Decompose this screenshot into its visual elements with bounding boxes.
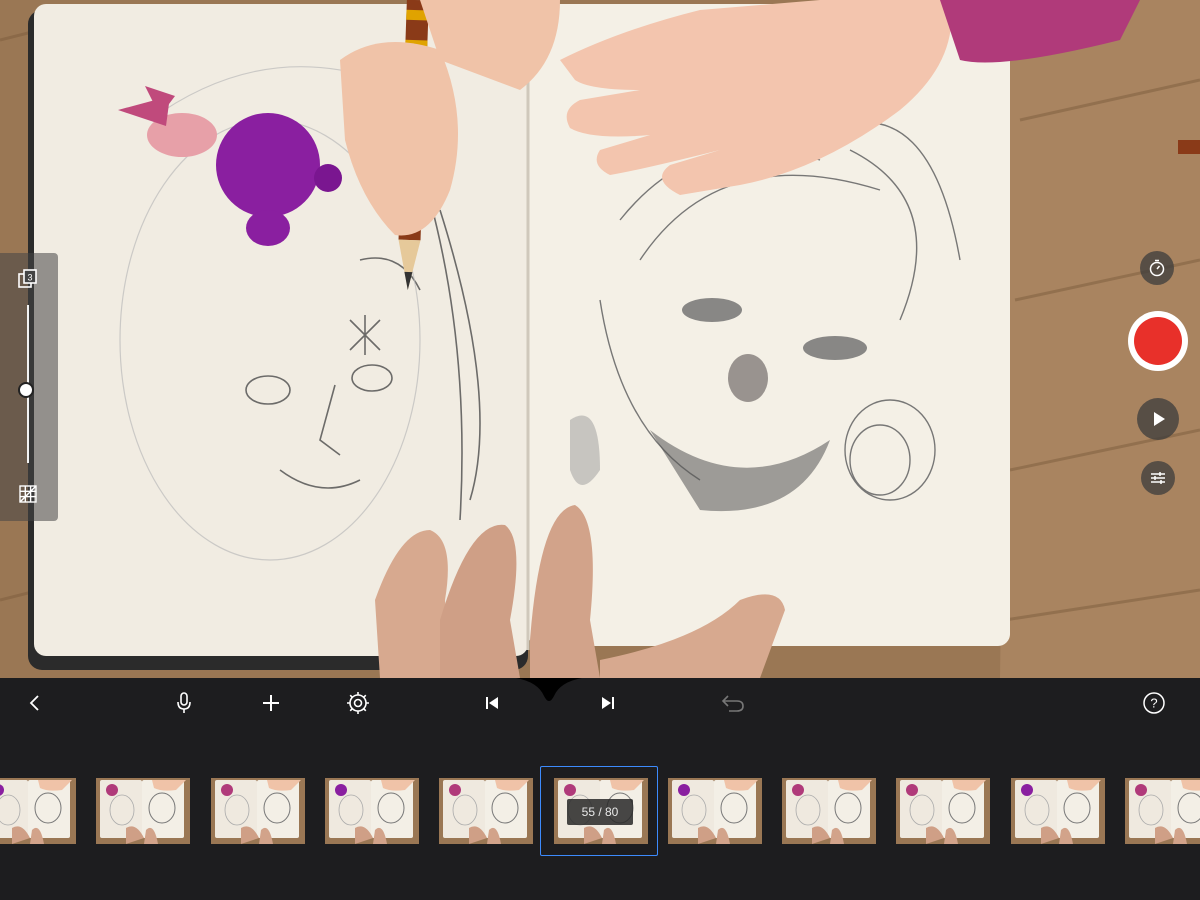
filmstrip-frame[interactable] [896, 778, 990, 844]
play-icon[interactable] [1137, 398, 1179, 440]
onion-skin-count: 3 [27, 273, 32, 283]
filmstrip-frame[interactable] [439, 778, 533, 844]
bottom-toolbar: ? [0, 678, 1200, 728]
filmstrip-frame[interactable] [325, 778, 419, 844]
grid-overlay-icon[interactable] [14, 480, 42, 508]
opacity-slider-knob[interactable] [18, 382, 34, 398]
filmstrip-frame[interactable] [1125, 778, 1200, 844]
filmstrip-frame[interactable] [782, 778, 876, 844]
microphone-icon[interactable] [170, 689, 198, 717]
skip-previous-icon[interactable] [478, 689, 506, 717]
add-icon[interactable] [257, 689, 285, 717]
skip-next-icon[interactable] [594, 689, 622, 717]
filmstrip-frame[interactable] [668, 778, 762, 844]
filmstrip-frame[interactable] [0, 778, 76, 844]
onion-skin-layers-icon[interactable]: 3 [14, 265, 42, 293]
settings-gear-icon[interactable] [344, 689, 372, 717]
filmstrip-frame[interactable] [96, 778, 190, 844]
undo-icon[interactable] [719, 689, 747, 717]
frame-counter: 55 / 80 [567, 799, 633, 825]
timer-icon[interactable] [1140, 251, 1174, 285]
settings-sliders-icon[interactable] [1141, 461, 1175, 495]
camera-viewfinder[interactable] [0, 0, 1200, 678]
help-icon[interactable]: ? [1140, 689, 1168, 717]
svg-text:?: ? [1150, 696, 1157, 711]
filmstrip-frame[interactable] [211, 778, 305, 844]
record-button-fill [1134, 317, 1182, 365]
playhead-notch [516, 678, 582, 701]
onion-skin-panel: 3 [0, 253, 58, 521]
record-icon[interactable] [1128, 311, 1188, 371]
back-chevron-icon[interactable] [21, 689, 49, 717]
filmstrip-frame[interactable] [1011, 778, 1105, 844]
viewfinder-scene [0, 0, 1200, 678]
